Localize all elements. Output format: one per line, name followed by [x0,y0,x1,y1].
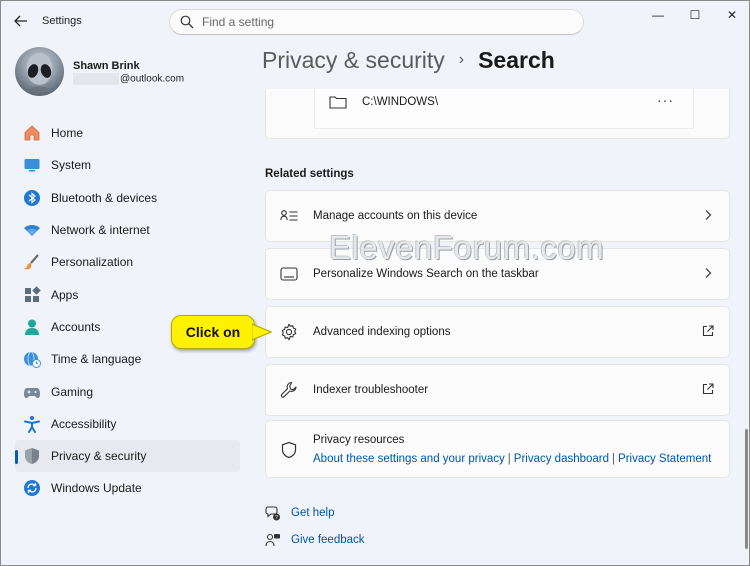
apps-icon [23,285,41,304]
gear-icon [280,323,298,341]
chevron-right-icon [705,268,712,278]
sidebar-item-label: Apps [51,287,79,302]
bluetooth-icon [23,189,41,207]
sidebar-item-personalization[interactable]: Personalization [15,246,240,278]
email-domain: @outlook.com [120,73,185,85]
more-options-button[interactable]: ··· [657,92,674,108]
app-title: Settings [42,15,82,27]
sidebar-item-home[interactable]: Home [15,117,240,149]
sidebar-item-privacy-security[interactable]: Privacy & security [15,439,240,473]
advanced-indexing-options-setting[interactable]: Advanced indexing options [265,306,730,358]
setting-label: Manage accounts on this device [313,210,478,222]
link-separator: | [507,453,511,465]
settings-window: Settings — ☐ ✕ Shawn Brink @outlook.com … [0,0,750,566]
shield-outline-icon [280,441,298,462]
title-bar: Settings — ☐ ✕ [1,1,749,41]
callout-text: Click on [185,324,241,340]
indexer-troubleshooter-setting[interactable]: Indexer troubleshooter [265,364,730,416]
privacy-resources-title: Privacy resources [313,434,405,446]
user-name: Shawn Brink [73,60,140,72]
folder-icon [329,96,347,109]
scrollbar[interactable] [745,429,748,549]
about-privacy-link[interactable]: About these settings and your privacy [313,453,505,465]
globe-clock-icon [23,350,41,369]
search-input[interactable] [202,13,572,31]
close-button[interactable]: ✕ [717,7,747,23]
sidebar-item-windows-update[interactable]: Windows Update [15,472,240,504]
sidebar-nav: Home System Bluetooth & devices Network … [15,117,240,505]
svg-text:?: ? [275,515,278,521]
link-separator: | [612,453,616,465]
setting-label: Advanced indexing options [313,326,451,338]
watermark: ElevenForum.com [329,229,605,266]
user-email: @outlook.com [73,73,184,85]
give-feedback-link[interactable]: Give feedback [265,532,365,548]
search-box[interactable] [169,9,584,35]
get-help-link[interactable]: ? Get help [265,505,334,521]
system-icon [23,156,41,174]
page-title: Search [478,47,555,73]
home-icon [23,124,41,142]
give-feedback-label: Give feedback [291,534,365,546]
wrench-icon [280,381,298,399]
wifi-icon [23,221,41,239]
privacy-links: About these settings and your privacy | Pr… [313,453,711,465]
setting-label: Indexer troubleshooter [313,384,429,396]
feedback-icon [265,533,280,547]
sidebar-item-label: Network & internet [51,223,150,238]
alien-avatar-icon [26,53,53,91]
maximize-button[interactable]: ☐ [680,7,710,23]
accounts-list-icon [280,207,298,225]
privacy-dashboard-link[interactable]: Privacy dashboard [514,453,609,465]
sidebar-item-apps[interactable]: Apps [15,278,240,310]
privacy-statement-link[interactable]: Privacy Statement [618,453,711,465]
click-on-callout: Click on [171,315,255,349]
breadcrumb-parent[interactable]: Privacy & security [262,47,445,73]
sidebar-item-accessibility[interactable]: Accessibility [15,408,240,440]
excluded-folder-row: C:\WINDOWS\ ··· [314,89,694,129]
sidebar-item-label: Bluetooth & devices [51,190,158,205]
gamepad-icon [23,383,41,401]
breadcrumb-separator: › [458,51,465,68]
chevron-right-icon [705,210,712,220]
back-arrow-icon [14,15,27,27]
sidebar-item-bluetooth[interactable]: Bluetooth & devices [15,182,240,214]
sidebar-item-label: Time & language [51,352,142,367]
privacy-resources-card: Privacy resources About these settings a… [265,420,730,478]
sidebar-item-system[interactable]: System [15,149,240,181]
sidebar-item-label: Gaming [51,384,94,399]
sidebar-item-label: System [51,158,92,173]
callout-pointer [252,323,272,341]
back-button[interactable] [11,13,31,31]
accessibility-icon [23,415,41,433]
shield-icon [23,447,41,465]
sidebar-item-label: Home [51,126,84,141]
folder-path: C:\WINDOWS\ [362,96,439,108]
breadcrumb: Privacy & security › Search [262,47,555,74]
sidebar-item-label: Accounts [51,319,101,334]
get-help-label: Get help [291,507,335,519]
related-settings-heading: Related settings [265,168,354,180]
sidebar-item-gaming[interactable]: Gaming [15,375,240,407]
email-redaction [73,73,119,85]
sidebar-item-label: Personalization [51,255,134,270]
search-icon [180,15,194,29]
setting-label: Personalize Windows Search on the taskba… [313,268,539,280]
taskbar-icon [280,265,298,283]
accounts-icon [23,318,41,336]
avatar [15,47,64,96]
sidebar-item-label: Accessibility [51,416,117,431]
brush-icon [23,253,41,271]
sidebar-item-label: Windows Update [51,481,142,496]
help-chat-icon: ? [265,506,280,521]
minimize-button[interactable]: — [643,7,673,23]
external-link-icon [702,325,714,337]
sidebar-item-label: Privacy & security [51,449,147,464]
sidebar-item-network[interactable]: Network & internet [15,214,240,246]
external-link-icon [702,383,714,395]
update-icon [23,479,41,497]
excluded-folders-card: C:\WINDOWS\ ··· [265,89,730,139]
